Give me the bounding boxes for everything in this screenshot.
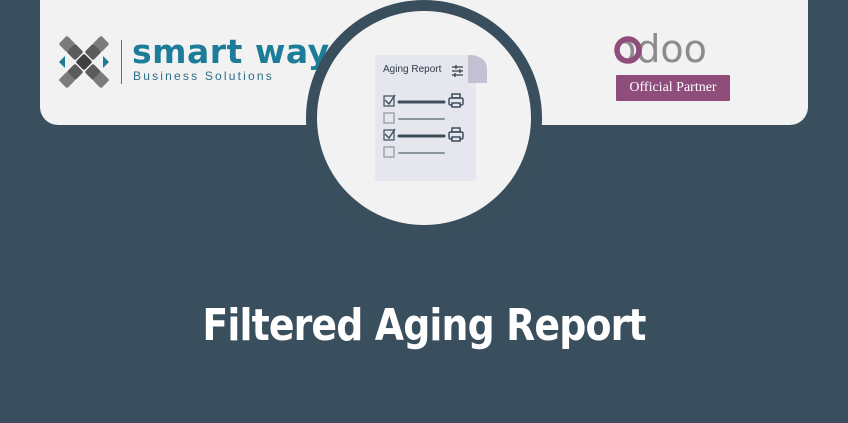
document-title: Aging Report (383, 64, 442, 75)
page-title: Filtered Aging Report (202, 300, 646, 351)
smartway-logo: smart way Business Solutions (57, 32, 329, 88)
logo-divider (121, 40, 122, 84)
page-curl-icon (468, 55, 487, 83)
company-name: smart way (132, 32, 330, 71)
filter-sliders-icon (452, 65, 463, 77)
odoo-logo: odoo (613, 30, 707, 70)
company-tagline: Business Solutions (133, 69, 274, 83)
official-partner-badge: Official Partner (616, 75, 730, 101)
odoo-wordmark-text: odoo (613, 30, 707, 70)
smartway-x-mark-icon (59, 36, 109, 88)
